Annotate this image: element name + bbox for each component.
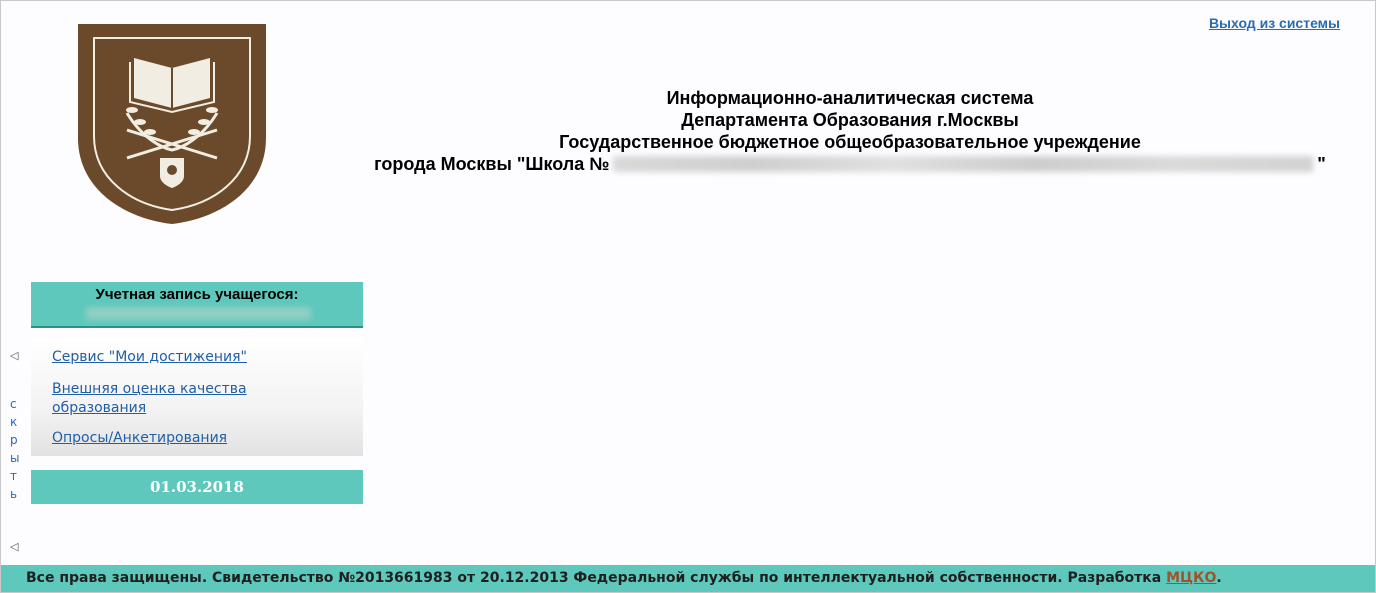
hide-letter[interactable]: ы [10, 451, 19, 465]
hide-letter[interactable]: р [10, 433, 18, 447]
menu-item-label: образования [52, 400, 147, 416]
school-prefix: города Москвы "Школа № [374, 154, 610, 174]
footer-text: Все права защищены. Свидетельство №20136… [26, 570, 1222, 586]
school-name-redacted [613, 156, 1314, 172]
current-date: 01.03.2018 [150, 478, 244, 496]
logout-link[interactable]: Выход из системы [1209, 15, 1340, 31]
footer-end: . [1216, 570, 1222, 586]
collapse-arrow-top-icon[interactable]: ◁ [10, 349, 18, 362]
hide-letter[interactable]: ь [10, 487, 17, 501]
menu-item-label: Внешняя оценка качества [52, 381, 247, 397]
menu-item-achievements[interactable]: Сервис "Мои достижения" [52, 348, 247, 367]
sidebar-menu: Сервис "Мои достижения" Внешняя оценка к… [31, 338, 363, 456]
account-title: Учетная запись учащегося: [95, 286, 299, 303]
system-title: Информационно-аналитическая система Депа… [340, 87, 1360, 175]
school-suffix: " [1317, 154, 1326, 174]
hide-letter[interactable]: с [10, 397, 17, 411]
footer: Все права защищены. Свидетельство №20136… [1, 565, 1375, 592]
hide-letter[interactable]: т [10, 469, 17, 483]
student-name-redacted [86, 307, 311, 320]
footer-copyright: Все права защищены. Свидетельство №20136… [26, 570, 1167, 586]
moscow-education-logo [78, 24, 266, 224]
hide-letter[interactable]: к [10, 415, 17, 429]
menu-item-quality-assessment[interactable]: Внешняя оценка качества образования [52, 380, 247, 418]
title-line-4: города Москвы "Школа № " [340, 153, 1360, 175]
title-line-1: Информационно-аналитическая система [666, 88, 1034, 108]
date-panel: 01.03.2018 [31, 470, 363, 504]
footer-mcko-link[interactable]: МЦКО [1166, 570, 1216, 586]
account-panel: Учетная запись учащегося: [31, 282, 363, 328]
menu-item-surveys[interactable]: Опросы/Анкетирования [52, 429, 227, 448]
title-line-3: Государственное бюджетное общеобразовате… [559, 132, 1141, 152]
collapse-arrow-bottom-icon[interactable]: ◁ [10, 540, 18, 553]
title-line-2: Департамента Образования г.Москвы [681, 110, 1019, 130]
